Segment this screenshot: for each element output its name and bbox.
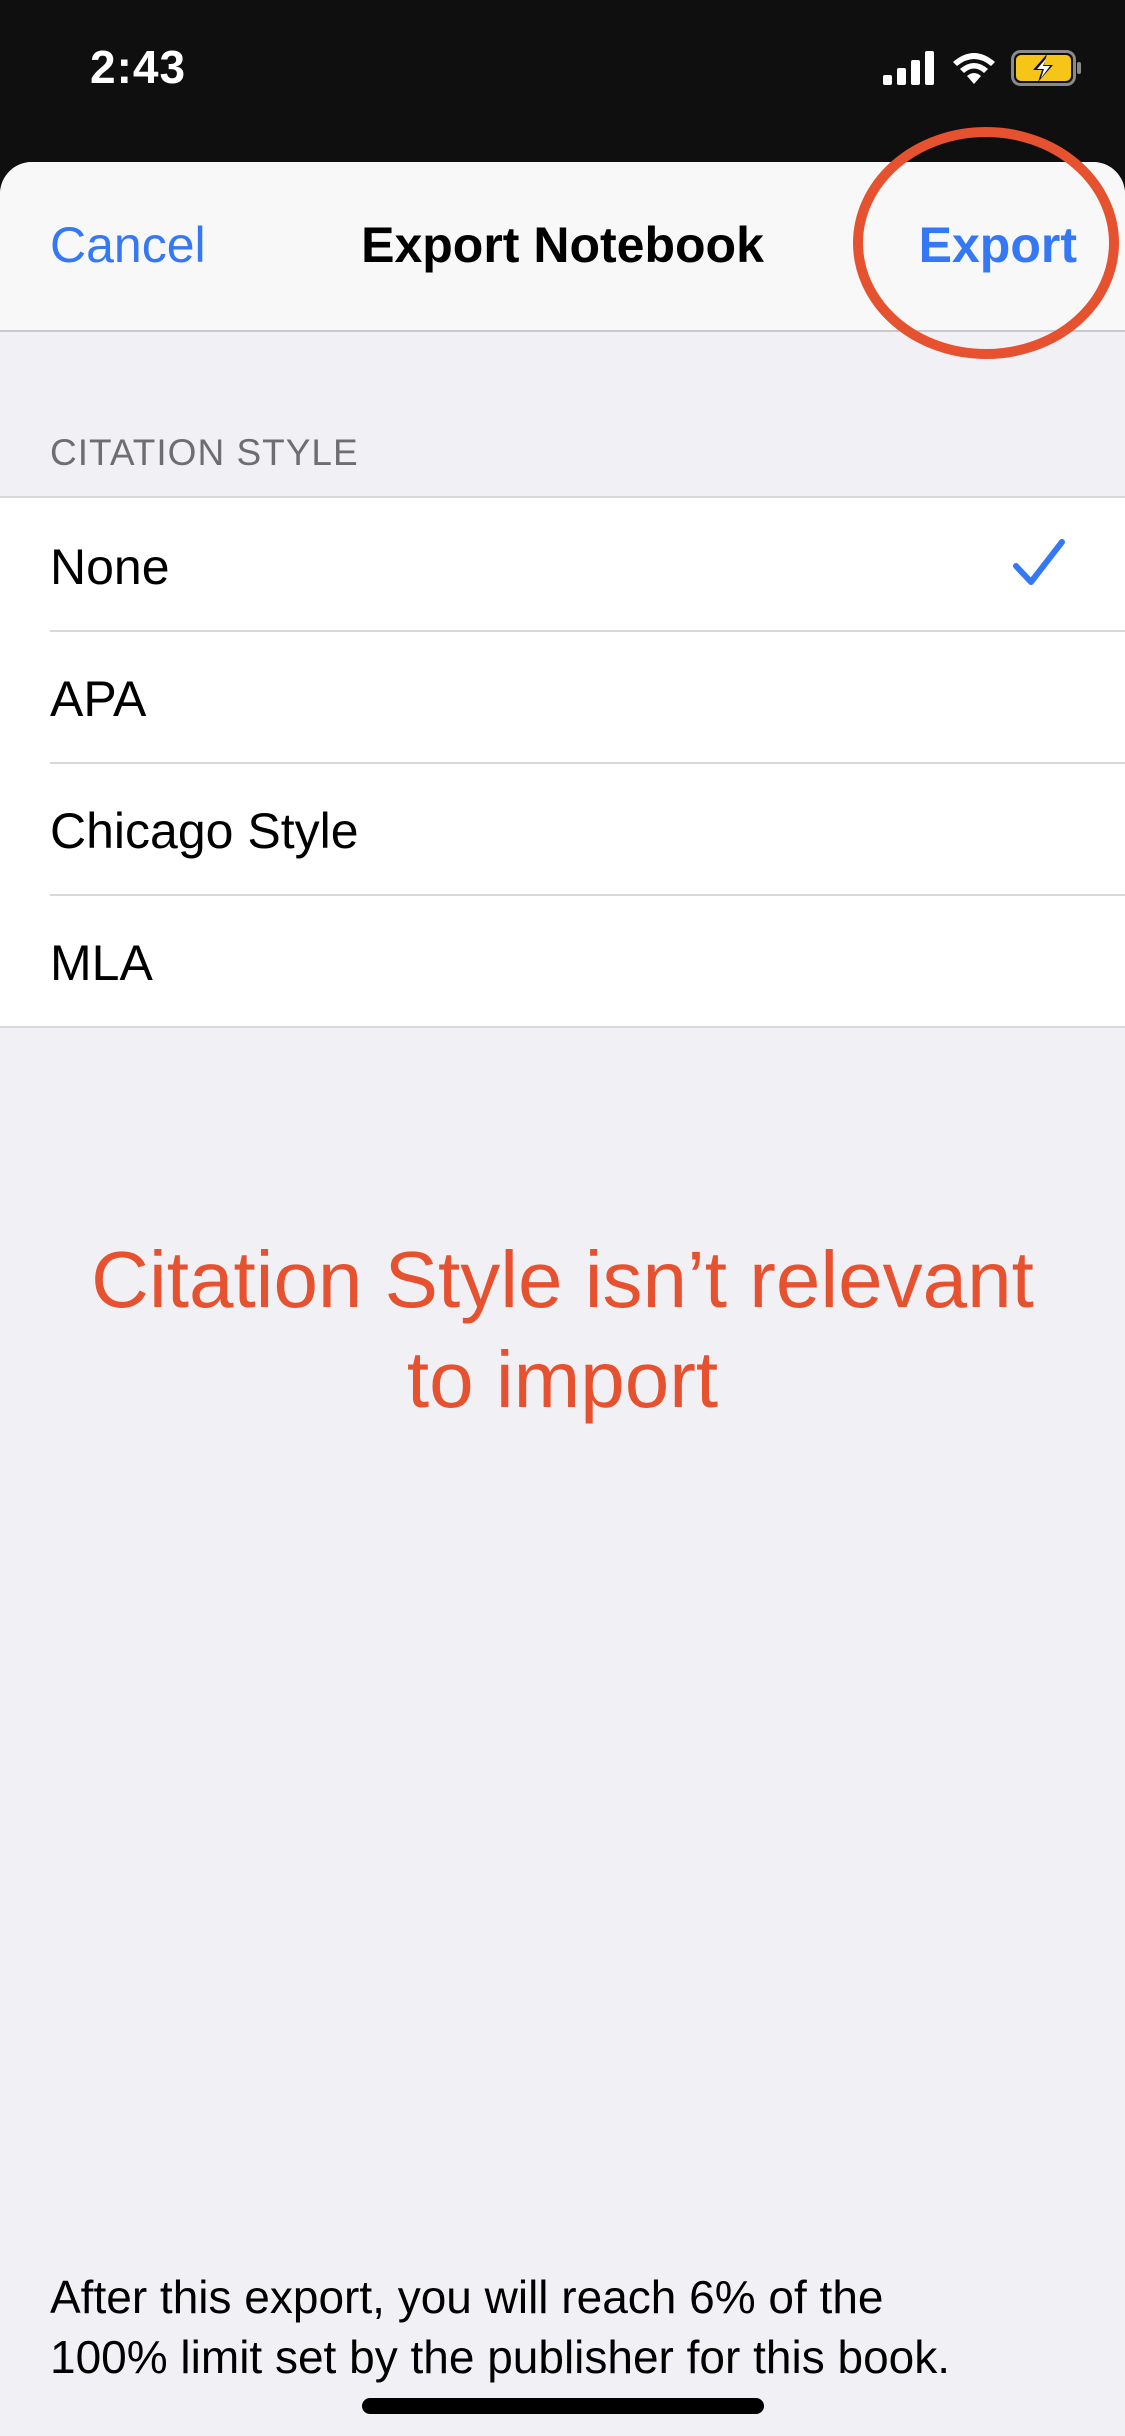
footer-line-2: 100% limit set by the publisher for this… bbox=[50, 2331, 951, 2383]
option-row-none[interactable]: None bbox=[0, 498, 1125, 630]
annotation-highlight-circle bbox=[853, 127, 1119, 359]
home-indicator[interactable] bbox=[362, 2398, 764, 2414]
battery-charging-icon bbox=[1011, 50, 1081, 86]
option-label: MLA bbox=[50, 935, 153, 991]
wifi-icon bbox=[953, 53, 995, 84]
citation-style-header: CITATION STYLE bbox=[50, 432, 359, 473]
status-time: 2:43 bbox=[90, 41, 187, 93]
option-row-apa[interactable]: APA bbox=[0, 630, 1125, 762]
annotation-line-2: to import bbox=[406, 1335, 719, 1424]
export-sheet: Cancel Export Notebook Export CITATION S… bbox=[0, 162, 1125, 2436]
status-bar: 2:43 bbox=[0, 0, 1125, 135]
option-label: None bbox=[50, 539, 170, 595]
annotation-text: Citation Style isn’t relevant to import bbox=[0, 1230, 1125, 1430]
option-row-mla[interactable]: MLA bbox=[0, 894, 1125, 1026]
option-label: APA bbox=[50, 671, 147, 727]
export-limit-note: After this export, you will reach 6% of … bbox=[50, 2267, 1080, 2387]
checkmark-icon bbox=[1013, 539, 1065, 585]
status-icons bbox=[883, 46, 1083, 90]
signal-icon bbox=[883, 51, 934, 85]
footer-line-1: After this export, you will reach 6% of … bbox=[50, 2271, 884, 2323]
citation-style-list: None APA Chicago Style MLA bbox=[0, 496, 1125, 1028]
annotation-line-1: Citation Style isn’t relevant bbox=[91, 1235, 1034, 1324]
option-label: Chicago Style bbox=[50, 803, 359, 859]
option-row-chicago-style[interactable]: Chicago Style bbox=[0, 762, 1125, 894]
